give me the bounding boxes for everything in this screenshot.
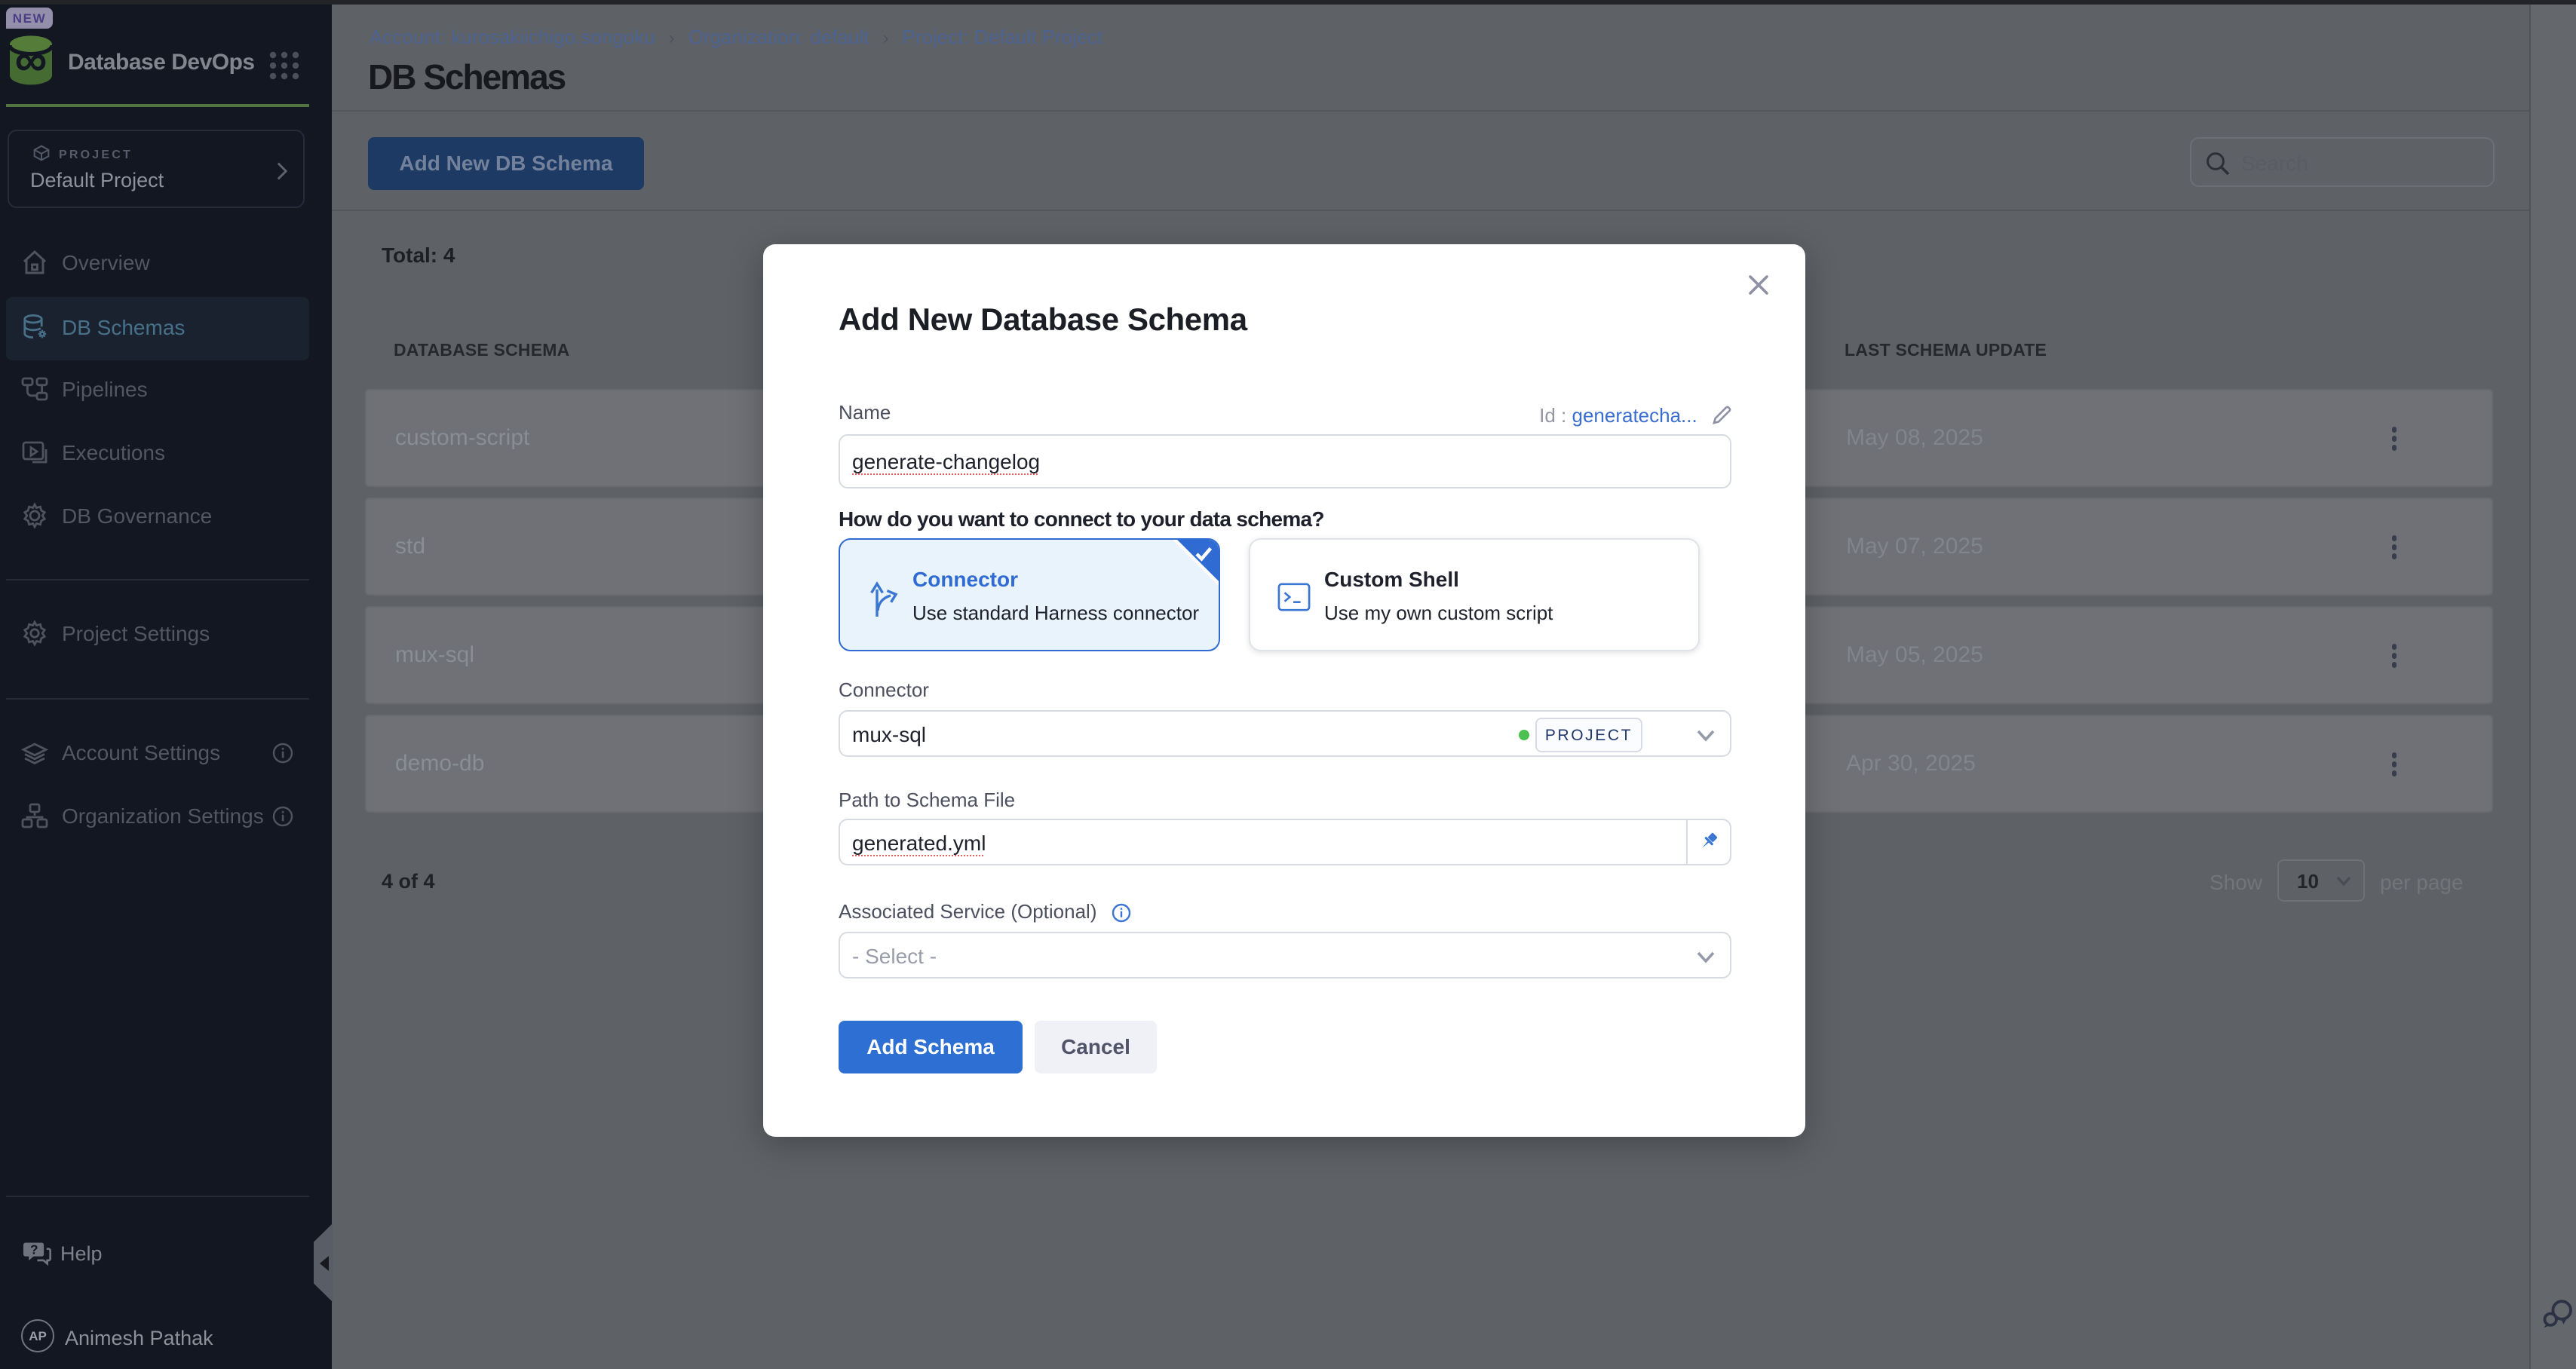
svg-text:∞: ∞ [15, 35, 48, 85]
svg-text:?: ? [30, 1242, 38, 1257]
